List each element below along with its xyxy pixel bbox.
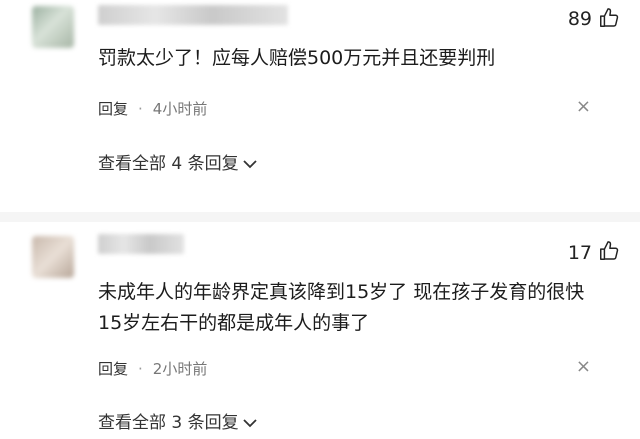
- reply-button[interactable]: 回复: [98, 100, 128, 118]
- close-icon[interactable]: ×: [576, 96, 591, 117]
- comment-meta: 回复 · 2小时前: [98, 358, 207, 379]
- timestamp: 4小时前: [152, 100, 208, 118]
- comment-text: 罚款太少了！应每人赔偿500万元并且还要判刑: [98, 47, 496, 69]
- like-count: 17: [567, 242, 592, 264]
- comment-meta: 回复 · 4小时前: [98, 98, 207, 119]
- meta-separator: ·: [138, 360, 143, 378]
- chevron-down-icon: [242, 160, 257, 169]
- username-blurred[interactable]: [98, 5, 288, 25]
- timestamp: 2小时前: [152, 360, 208, 378]
- close-icon[interactable]: ×: [576, 356, 591, 377]
- view-replies-button[interactable]: 查看全部 4 条回复: [98, 149, 257, 174]
- reply-button[interactable]: 回复: [98, 360, 128, 378]
- username-blurred[interactable]: [98, 234, 184, 254]
- view-replies-label: 查看全部 3 条回复: [98, 413, 239, 433]
- comment-item: 89 罚款太少了！应每人赔偿500万元并且还要判刑 回复 · 4小时前 × 查看全部…: [0, 0, 640, 212]
- view-replies-button[interactable]: 查看全部 3 条回复: [98, 408, 257, 433]
- avatar[interactable]: [32, 236, 74, 278]
- like-count: 89: [567, 8, 592, 30]
- avatar[interactable]: [32, 6, 74, 48]
- meta-separator: ·: [138, 100, 143, 118]
- chevron-down-icon: [242, 419, 257, 428]
- thumbs-up-icon[interactable]: [598, 240, 620, 262]
- thumbs-up-icon[interactable]: [598, 7, 620, 29]
- comment-item: 17 未成年人的年龄界定真该降到15岁了 现在孩子发育的很快 15岁左右干的都是…: [0, 222, 640, 439]
- comment-text: 未成年人的年龄界定真该降到15岁了 现在孩子发育的很快 15岁左右干的都是成年人…: [98, 281, 585, 334]
- comment-divider: [0, 212, 640, 222]
- view-replies-label: 查看全部 4 条回复: [98, 154, 239, 174]
